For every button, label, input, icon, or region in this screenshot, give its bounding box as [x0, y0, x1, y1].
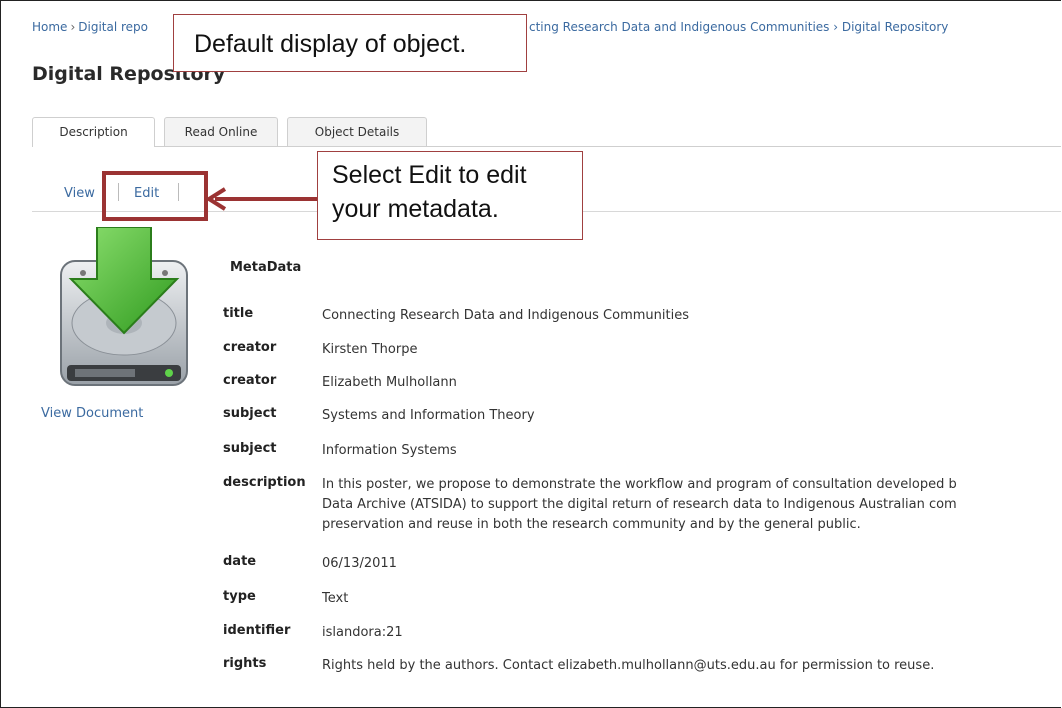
- metadata-label: subject: [223, 441, 277, 456]
- metadata-value: Rights held by the authors. Contact eliz…: [322, 658, 935, 673]
- metadata-value: Kirsten Thorpe: [322, 342, 418, 357]
- tab-description[interactable]: Description: [32, 117, 155, 147]
- metadata-label: date: [223, 554, 257, 569]
- metadata-heading: MetaData: [230, 260, 302, 275]
- breadcrumb-home-link[interactable]: Home: [32, 20, 67, 34]
- metadata-value: islandora:21: [322, 625, 403, 640]
- breadcrumb: Home › Digital repo: [32, 20, 148, 34]
- breadcrumb-separator: ›: [70, 20, 76, 34]
- metadata-value: Text: [322, 591, 349, 606]
- metadata-value: Elizabeth Mulhollann: [322, 375, 457, 390]
- metadata-label: description: [223, 475, 306, 490]
- metadata-label: title: [223, 306, 254, 321]
- tab-read-online[interactable]: Read Online: [164, 117, 278, 146]
- metadata-value: In this poster, we propose to demonstrat…: [322, 475, 957, 535]
- view-document-link[interactable]: View Document: [41, 406, 143, 421]
- metadata-value: 06/13/2011: [322, 556, 397, 571]
- breadcrumb-digital-repo-link[interactable]: Digital repo: [78, 20, 148, 34]
- download-drive-icon[interactable]: [53, 227, 195, 397]
- pointer-arrow-icon: [205, 187, 319, 211]
- metadata-label: type: [223, 589, 256, 604]
- metadata-value: Information Systems: [322, 443, 457, 458]
- metadata-label: identifier: [223, 623, 291, 638]
- subtab-view[interactable]: View: [64, 186, 95, 201]
- screenshot-frame: Home › Digital repo cting Research Data an…: [0, 0, 1061, 708]
- callout-line: Select Edit to edit: [332, 161, 527, 189]
- metadata-label: rights: [223, 656, 267, 671]
- edit-highlight-box: [102, 171, 208, 221]
- callout-line: your metadata.: [332, 195, 499, 223]
- callout-default-display: Default display of object.: [173, 14, 527, 72]
- metadata-label: creator: [223, 373, 277, 388]
- description-line: Data Archive (ATSIDA) to support the dig…: [322, 497, 957, 512]
- breadcrumb-trail[interactable]: cting Research Data and Indigenous Commu…: [529, 20, 948, 34]
- tab-object-details[interactable]: Object Details: [287, 117, 427, 146]
- metadata-value: Systems and Information Theory: [322, 408, 535, 423]
- metadata-label: subject: [223, 406, 277, 421]
- description-line: preservation and reuse in both the resea…: [322, 517, 861, 532]
- metadata-value: Connecting Research Data and Indigenous …: [322, 308, 689, 323]
- metadata-label: creator: [223, 340, 277, 355]
- callout-select-edit: Select Edit to edit your metadata.: [317, 151, 583, 240]
- description-line: In this poster, we propose to demonstrat…: [322, 477, 957, 492]
